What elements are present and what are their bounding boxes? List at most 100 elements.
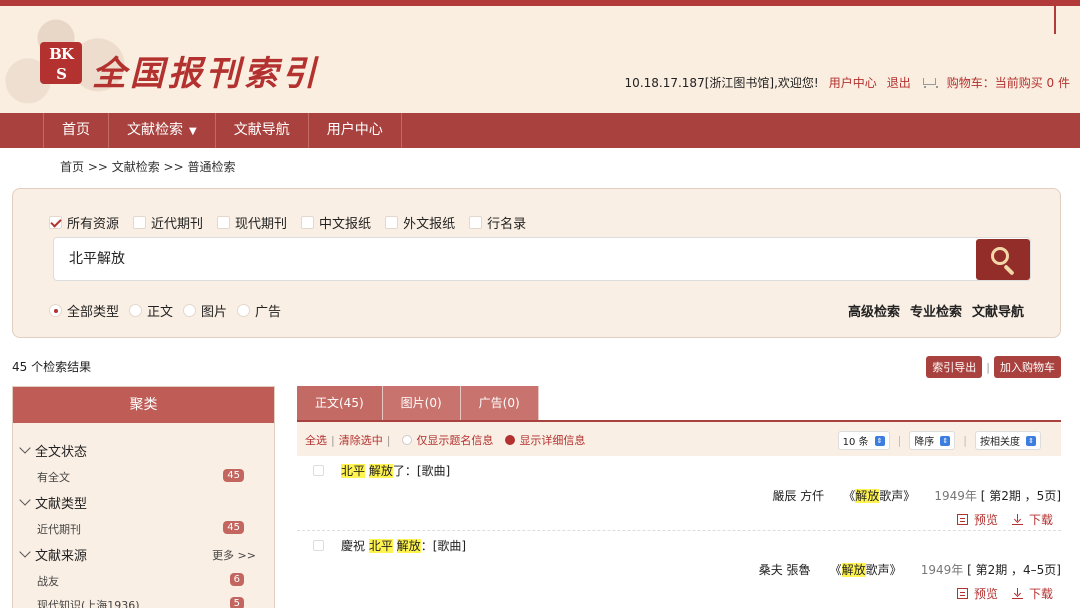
filter-directories[interactable]: 行名录	[469, 213, 526, 232]
type-image[interactable]: 图片	[183, 301, 227, 320]
result-actions: 预览 下载	[956, 585, 1053, 602]
preview-button[interactable]: 预览	[956, 511, 998, 528]
result-actions: 预览 下载	[956, 511, 1053, 528]
site-title[interactable]: 全国报刊索引	[92, 46, 320, 95]
type-label: 正文	[147, 305, 174, 320]
cart-icon[interactable]	[921, 76, 938, 89]
detail-radio[interactable]	[505, 435, 516, 445]
radio-icon[interactable]	[49, 304, 62, 317]
nav-item-search[interactable]: 文献检索 ▼	[108, 113, 215, 148]
chevron-updown-icon: ⇕	[874, 435, 885, 446]
filter-foreign-newspapers[interactable]: 外文报纸	[385, 213, 455, 232]
tab-text[interactable]: 正文(45)	[297, 386, 383, 421]
export-index-button[interactable]: 索引导出	[926, 356, 983, 378]
add-to-cart-button[interactable]: 加入购物车	[994, 356, 1061, 378]
clear-selection-link[interactable]: 清除选中	[339, 432, 383, 448]
advanced-search-link[interactable]: 高级检索	[848, 301, 900, 320]
result-source[interactable]: 《解放歌声》	[830, 563, 902, 577]
nav-item-home[interactable]: 首页	[43, 113, 108, 148]
facet-source[interactable]: 文献来源	[19, 545, 87, 564]
type-text[interactable]: 正文	[129, 301, 173, 320]
download-button[interactable]: 下载	[1011, 511, 1053, 528]
download-label: 下载	[1028, 513, 1053, 527]
result-authors[interactable]: 嚴辰 方仟	[772, 489, 824, 503]
result-source[interactable]: 《解放歌声》	[843, 489, 915, 503]
logo-icon[interactable]: BK S	[40, 42, 82, 84]
tab-ads[interactable]: 广告(0)	[460, 386, 539, 421]
result-title[interactable]: 北平 解放了：[歌曲]	[341, 462, 450, 479]
source-rest: 歌声》	[865, 563, 902, 577]
title-rest: 了：[歌曲]	[392, 464, 451, 478]
chevron-updown-icon: ⇕	[1026, 435, 1036, 446]
filter-chinese-newspapers[interactable]: 中文报纸	[301, 213, 371, 232]
preview-label: 预览	[973, 587, 998, 601]
result-authors[interactable]: 桑夫 張魯	[759, 563, 811, 577]
search-button[interactable]	[976, 239, 1030, 280]
nav-label: 首页	[62, 122, 90, 138]
user-center-link[interactable]: 用户中心	[829, 74, 877, 91]
highlight-term: 北平	[341, 464, 366, 478]
facet-item[interactable]: 战友	[37, 573, 59, 589]
checkbox-icon[interactable]	[49, 216, 62, 229]
result-title[interactable]: 慶祝 北平 解放：[歌曲]	[341, 537, 466, 554]
resource-filters: 所有资源 近代期刊 现代期刊 中文报纸 外文报纸 行名录	[49, 213, 526, 232]
checkbox-icon[interactable]	[217, 216, 231, 229]
facet-item[interactable]: 有全文	[37, 469, 70, 485]
select-value: 10 条	[842, 437, 869, 448]
radio-icon[interactable]	[129, 304, 143, 317]
result-checkbox[interactable]	[313, 465, 324, 476]
greeting-text: 10.18.17.187[浙江图书馆],欢迎您!	[624, 76, 819, 90]
filter-all[interactable]: 所有资源	[49, 213, 119, 232]
checkbox-icon[interactable]	[469, 216, 483, 229]
filter-modern-periodicals[interactable]: 近代期刊	[133, 213, 203, 232]
download-button[interactable]: 下载	[1011, 585, 1053, 602]
filter-label: 所有资源	[67, 217, 120, 232]
highlight-term: 解放	[855, 489, 880, 503]
title-rest: ：[歌曲]	[420, 539, 467, 553]
result-item: 北平 解放了：[歌曲] 嚴辰 方仟 《解放歌声》 1949年 [ 第2期 ，5页…	[297, 456, 1061, 532]
nav-item-user-center[interactable]: 用户中心	[307, 113, 402, 148]
filter-label: 近代期刊	[151, 217, 204, 232]
detail-label[interactable]: 显示详细信息	[519, 432, 585, 448]
checkbox-icon[interactable]	[301, 216, 315, 229]
result-checkbox[interactable]	[313, 540, 324, 551]
chevron-down-icon	[19, 494, 31, 506]
separator: |	[331, 433, 335, 447]
result-item: 慶祝 北平 解放：[歌曲] 桑夫 張魯 《解放歌声》 1949年 [ 第2期 ，…	[297, 531, 1061, 608]
result-year: 1949年	[934, 489, 977, 503]
nav-item-navigation[interactable]: 文献导航	[214, 113, 308, 148]
advanced-links: 高级检索 专业检索 文献导航	[848, 301, 1024, 320]
chevron-updown-icon: ⇕	[940, 435, 951, 446]
facet-fulltext-status[interactable]: 全文状态	[19, 441, 87, 460]
highlight-term: 北平	[368, 539, 393, 553]
type-all[interactable]: 全部类型	[49, 301, 119, 320]
breadcrumb[interactable]: 首页 >> 文献检索 >> 普通检索	[60, 158, 235, 175]
logout-link[interactable]: 退出	[887, 74, 911, 91]
literature-nav-link[interactable]: 文献导航	[972, 301, 1024, 320]
radio-icon[interactable]	[183, 304, 197, 317]
facet-doc-type[interactable]: 文献类型	[19, 493, 87, 512]
tab-images[interactable]: 图片(0)	[382, 386, 461, 421]
title-only-radio[interactable]	[402, 435, 413, 445]
filter-contemporary-periodicals[interactable]: 现代期刊	[217, 213, 287, 232]
checkbox-icon[interactable]	[133, 216, 147, 229]
facet-item[interactable]: 近代期刊	[37, 521, 81, 537]
separator: |	[963, 434, 967, 447]
expert-search-link[interactable]: 专业检索	[910, 301, 962, 320]
search-input[interactable]: 北平解放	[53, 237, 1031, 281]
cart-link[interactable]: 购物车：当前购买 0 件	[947, 74, 1070, 91]
per-page-select[interactable]: 10 条 ⇕	[837, 431, 890, 450]
preview-button[interactable]: 预览	[956, 585, 998, 602]
type-ad[interactable]: 广告	[237, 301, 281, 320]
facet-item[interactable]: 现代知识(上海1936)	[37, 597, 140, 608]
sort-select[interactable]: 按相关度 ⇕	[975, 431, 1041, 450]
facet-more-link[interactable]: 更多 >>	[212, 547, 256, 563]
result-issue: [ 第2期 ，5页]	[980, 489, 1061, 503]
checkbox-icon[interactable]	[385, 216, 399, 229]
filter-label: 外文报纸	[403, 217, 456, 232]
preview-icon	[956, 514, 968, 525]
title-only-label[interactable]: 仅显示题名信息	[416, 432, 493, 448]
order-select[interactable]: 降序 ⇕	[909, 431, 956, 450]
select-all-link[interactable]: 全选	[305, 432, 327, 448]
radio-icon[interactable]	[237, 304, 251, 317]
